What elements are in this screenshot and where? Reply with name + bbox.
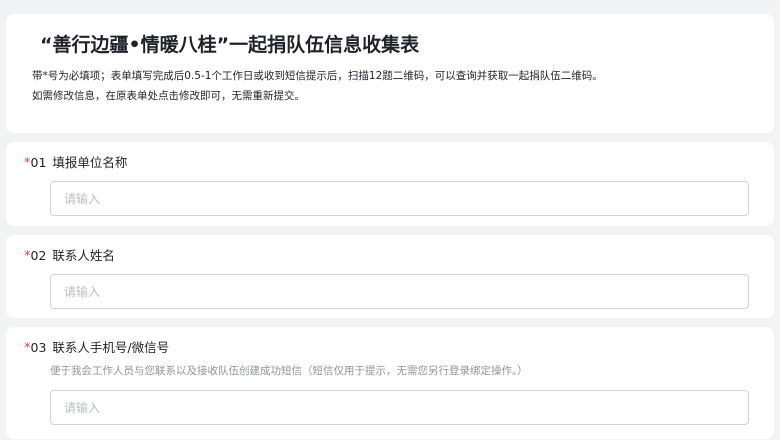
contact-phone-wechat-input[interactable]: [50, 390, 749, 425]
form-description-line-2: 如需修改信息，在原表单处点击修改即可，无需重新提交。: [32, 90, 305, 102]
required-asterisk: *: [24, 156, 31, 171]
form-header-card: “善行边疆•情暖八桂”一起捐队伍信息收集表 带*号为必填项；表单填写完成后0.5…: [6, 14, 774, 133]
question-hint: 便于我会工作人员与您联系以及接收队伍创建成功短信（短信仅用于提示，无需您另行登录…: [50, 365, 528, 377]
form-description-line-1: 带*号为必填项；表单填写完成后0.5-1个工作日或收到短信提示后，扫描12题二维…: [32, 70, 603, 82]
question-card-02: *02 联系人姓名: [6, 235, 774, 318]
question-label: 联系人姓名: [52, 248, 115, 263]
organization-name-input[interactable]: [50, 181, 749, 216]
form-title: “善行边疆•情暖八桂”一起捐队伍信息收集表: [40, 34, 420, 56]
question-label: 联系人手机号/微信号: [52, 340, 170, 355]
question-title: *03 联系人手机号/微信号: [24, 339, 756, 358]
question-number: 02: [30, 248, 47, 263]
question-number: 01: [30, 155, 47, 170]
question-number: 03: [30, 340, 47, 355]
question-label: 填报单位名称: [52, 155, 128, 170]
form-page: “善行边疆•情暖八桂”一起捐队伍信息收集表 带*号为必填项；表单填写完成后0.5…: [0, 0, 780, 440]
required-asterisk: *: [24, 249, 31, 264]
question-title: *01 填报单位名称: [24, 154, 756, 173]
required-asterisk: *: [24, 341, 31, 356]
question-title: *02 联系人姓名: [24, 247, 756, 266]
contact-name-input[interactable]: [50, 274, 749, 309]
question-card-01: *01 填报单位名称: [6, 142, 774, 226]
question-card-03: *03 联系人手机号/微信号 便于我会工作人员与您联系以及接收队伍创建成功短信（短…: [6, 327, 774, 439]
